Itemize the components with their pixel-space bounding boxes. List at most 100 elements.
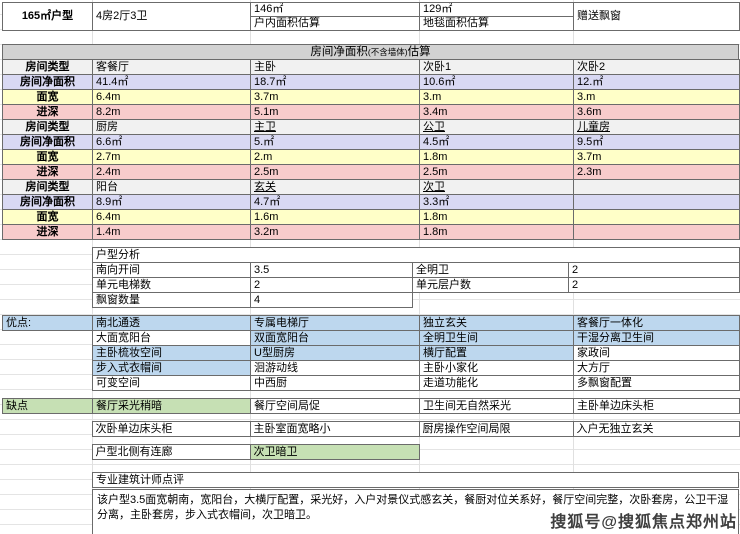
cons-table-row3: 户型北侧有连廊次卫暗卫 xyxy=(2,444,739,460)
room-row-label: 房间净面积 xyxy=(3,135,93,150)
room-width-cell: 3.7m xyxy=(574,150,740,165)
room-area-cell: 9.5㎡ xyxy=(574,135,740,150)
room-depth-cell: 2.4m xyxy=(93,165,251,180)
analysis-value: 2 xyxy=(569,278,740,293)
con-item: 卫生间无自然采光 xyxy=(420,399,574,414)
room-width-cell: 6.4m xyxy=(93,210,251,225)
room-area-cell: 5.㎡ xyxy=(251,135,420,150)
room-row-label: 进深 xyxy=(3,105,93,120)
pro-item: 主卧小家化 xyxy=(420,361,574,376)
pro-item: 家政间 xyxy=(574,346,740,361)
room-depth-cell: 8.2m xyxy=(93,105,251,120)
room-type-cell: 次卧1 xyxy=(420,60,574,75)
analysis-value: 2 xyxy=(251,278,413,293)
pro-item: 洄游动线 xyxy=(251,361,420,376)
cons-table-row1: 缺点餐厅采光稍暗餐厅空间局促卫生间无自然采光主卧单边床头柜 xyxy=(2,398,740,414)
room-depth-cell: 1.8m xyxy=(420,225,574,240)
pro-item: 可变空间 xyxy=(93,376,251,391)
room-row-label: 面宽 xyxy=(3,150,93,165)
room-depth-cell: 3.4m xyxy=(420,105,574,120)
carpet-area-value: 129㎡ xyxy=(420,3,574,17)
con-item: 餐厅空间局促 xyxy=(251,399,420,414)
room-width-cell: 3.m xyxy=(574,90,740,105)
header-table: 165㎡户型 4房2厅3卫 146㎡ 129㎡ 赠送飘窗 户内面积估算 地毯面积… xyxy=(2,2,740,31)
carpet-area-label: 地毯面积估算 xyxy=(420,17,574,31)
pro-item: 全明卫生间 xyxy=(420,331,574,346)
pro-item: 中西厨 xyxy=(251,376,420,391)
empty-cell xyxy=(419,445,573,460)
room-type-cell: 公卫 xyxy=(420,120,574,135)
pro-item: 步入式衣帽间 xyxy=(93,361,251,376)
empty-cell xyxy=(3,346,93,361)
pro-item: 独立玄关 xyxy=(420,316,574,331)
room-row-label: 面宽 xyxy=(3,210,93,225)
room-width-cell: 2.m xyxy=(251,150,420,165)
analysis-value: 3.5 xyxy=(251,263,413,278)
unit-title: 165㎡户型 xyxy=(3,3,93,31)
room-type-cell: 厨房 xyxy=(93,120,251,135)
room-row-label: 房间类型 xyxy=(3,180,93,195)
con-item: 次卫暗卫 xyxy=(250,445,419,460)
analysis-label: 单元电梯数 xyxy=(93,278,251,293)
room-type-cell: 儿童房 xyxy=(574,120,740,135)
room-depth-cell: 3.2m xyxy=(251,225,420,240)
pro-item: 多飘窗配置 xyxy=(574,376,740,391)
analysis-label: 全明卫 xyxy=(413,263,569,278)
con-item: 次卧单边床头柜 xyxy=(92,422,250,437)
inner-area-label: 户内面积估算 xyxy=(251,17,420,31)
empty-cell xyxy=(573,445,739,460)
pro-item: 大方厅 xyxy=(574,361,740,376)
pro-item: 客餐厅一体化 xyxy=(574,316,740,331)
room-row-label: 房间类型 xyxy=(3,120,93,135)
room-row-label: 进深 xyxy=(3,165,93,180)
empty-cell xyxy=(3,331,93,346)
room-area-cell: 6.6㎡ xyxy=(93,135,251,150)
room-area-cell: 10.6㎡ xyxy=(420,75,574,90)
pro-item: 双面宽阳台 xyxy=(251,331,420,346)
pro-item: 主卧梳妆空间 xyxy=(93,346,251,361)
pro-item: U型厨房 xyxy=(251,346,420,361)
room-row-label: 房间净面积 xyxy=(3,75,93,90)
pros-table: 优点:南北通透专属电梯厅独立玄关客餐厅一体化大面宽阳台双面宽阳台全明卫生间干湿分… xyxy=(2,315,740,391)
room-width-cell: 1.8m xyxy=(420,150,574,165)
room-depth-cell: 2.3m xyxy=(574,165,740,180)
layout-cell: 4房2厅3卫 xyxy=(93,3,251,31)
pro-item: 南北通透 xyxy=(93,316,251,331)
room-width-cell: 1.6m xyxy=(251,210,420,225)
analysis-label: 单元层户数 xyxy=(413,278,569,293)
analysis-value: 2 xyxy=(569,263,740,278)
room-area-cell xyxy=(574,195,740,210)
pro-item: 横厅配置 xyxy=(420,346,574,361)
pro-item: 干湿分离卫生间 xyxy=(574,331,740,346)
pros-label: 优点: xyxy=(3,316,93,331)
room-depth-cell: 2.5m xyxy=(251,165,420,180)
room-depth-cell: 2.5m xyxy=(420,165,574,180)
room-table: 房间类型客餐厅主卧次卧1次卧2房间净面积41.4㎡18.7㎡10.6㎡12.㎡面… xyxy=(2,59,740,240)
room-type-cell: 主卫 xyxy=(251,120,420,135)
inner-area-value: 146㎡ xyxy=(251,3,420,17)
room-area-cell: 4.7㎡ xyxy=(251,195,420,210)
room-row-label: 进深 xyxy=(3,225,93,240)
analysis-label: 南向开间 xyxy=(93,263,251,278)
con-item: 入户无独立玄关 xyxy=(573,422,739,437)
room-depth-cell: 1.4m xyxy=(93,225,251,240)
room-area-cell: 4.5㎡ xyxy=(420,135,574,150)
net-area-title-suffix: 估算 xyxy=(408,46,431,58)
empty-cell xyxy=(2,445,92,460)
pro-item: 大面宽阳台 xyxy=(93,331,251,346)
con-item: 餐厅采光稍暗 xyxy=(93,399,251,414)
pro-item: 走道功能化 xyxy=(420,376,574,391)
room-depth-cell xyxy=(574,225,740,240)
room-area-cell: 41.4㎡ xyxy=(93,75,251,90)
watermark: 搜狐号@搜狐焦点郑州站 xyxy=(550,508,737,532)
room-width-cell: 3.7m xyxy=(251,90,420,105)
room-depth-cell: 3.6m xyxy=(574,105,740,120)
review-title: 专业建筑计师点评 xyxy=(92,472,739,488)
room-width-cell xyxy=(574,210,740,225)
cons-label: 缺点 xyxy=(3,399,93,414)
room-width-cell: 2.7m xyxy=(93,150,251,165)
cons-table-row2: 次卧单边床头柜主卧室面宽略小厨房操作空间局限入户无独立玄关 xyxy=(2,421,740,437)
net-area-title-text: 房间净面积 xyxy=(310,46,368,58)
room-row-label: 房间净面积 xyxy=(3,195,93,210)
room-depth-cell: 5.1m xyxy=(251,105,420,120)
